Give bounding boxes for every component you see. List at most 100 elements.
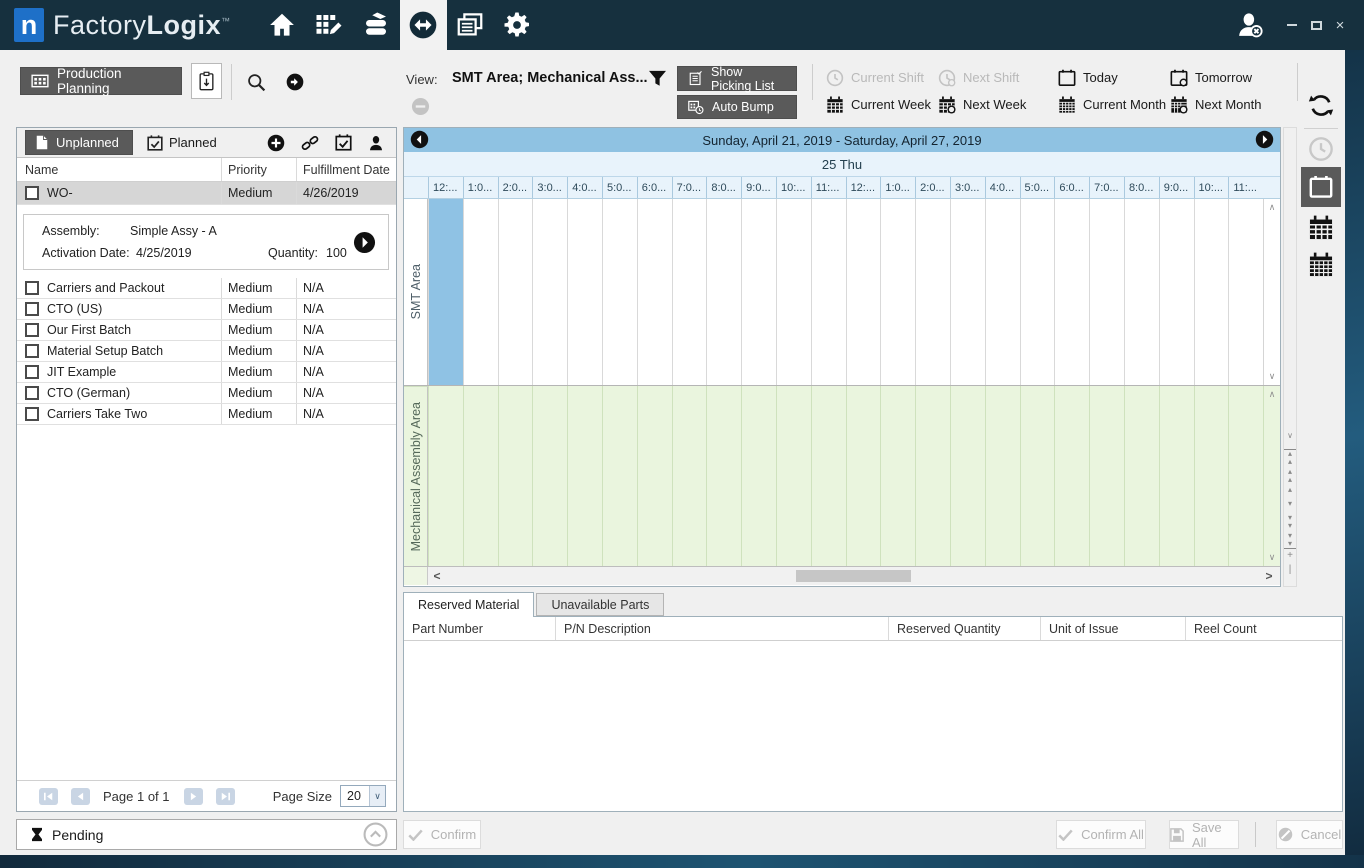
tab-reserved-material[interactable]: Reserved Material	[403, 592, 534, 617]
down-icon[interactable]: ▾	[1284, 500, 1296, 508]
schedule-cell[interactable]	[811, 386, 846, 566]
schedule-cell[interactable]	[1089, 386, 1124, 566]
column-header-priority[interactable]: Priority	[221, 158, 296, 181]
schedule-cell[interactable]	[1159, 386, 1194, 566]
schedule-cell[interactable]	[1124, 199, 1159, 385]
tab-planned[interactable]: Planned	[147, 135, 217, 151]
material-column-header[interactable]: P/N Description	[556, 617, 889, 640]
pending-section-bar[interactable]: Pending	[16, 819, 397, 850]
material-column-header[interactable]: Unit of Issue	[1041, 617, 1186, 640]
schedule-cell[interactable]	[880, 386, 915, 566]
next-shift-button[interactable]: Next Shift	[938, 69, 1058, 87]
schedule-cell[interactable]	[1054, 199, 1089, 385]
schedule-cell[interactable]	[985, 386, 1020, 566]
schedule-cell[interactable]	[811, 199, 846, 385]
work-order-row[interactable]: CTO (German) Medium N/A	[17, 383, 396, 404]
schedule-cell[interactable]	[672, 386, 707, 566]
shift-view-button[interactable]	[1308, 136, 1334, 162]
search-button[interactable]	[246, 72, 267, 93]
row-checkbox[interactable]	[25, 281, 39, 295]
row-checkbox[interactable]	[25, 386, 39, 400]
schedule-horizontal-scrollbar[interactable]: < >	[404, 566, 1280, 585]
work-order-row[interactable]: Carriers and Packout Medium N/A	[17, 278, 396, 299]
tab-unavailable-parts[interactable]: Unavailable Parts	[536, 593, 664, 616]
schedule-cell[interactable]	[1124, 386, 1159, 566]
confirm-all-button[interactable]: Confirm All	[1056, 820, 1146, 849]
schedule-cell[interactable]	[1089, 199, 1124, 385]
schedule-cell[interactable]	[915, 199, 950, 385]
last-page-button[interactable]	[216, 788, 235, 805]
row-checkbox[interactable]	[25, 407, 39, 421]
schedule-cell[interactable]	[1020, 386, 1055, 566]
maximize-button[interactable]	[1304, 12, 1328, 38]
minimize-button[interactable]	[1280, 12, 1304, 38]
row-checkbox[interactable]	[25, 323, 39, 337]
previous-period-button[interactable]	[410, 130, 429, 149]
production-scheduling-nav-button[interactable]	[400, 0, 447, 50]
schedule-cell[interactable]	[776, 199, 811, 385]
material-column-header[interactable]: Reel Count	[1186, 617, 1342, 640]
schedule-cell[interactable]	[950, 199, 985, 385]
schedule-work-order-button[interactable]	[353, 231, 376, 254]
material-column-header[interactable]: Part Number	[404, 617, 556, 640]
tab-unplanned[interactable]: Unplanned	[25, 130, 133, 155]
schedule-cell[interactable]	[915, 386, 950, 566]
schedule-cell[interactable]	[985, 199, 1020, 385]
work-order-row[interactable]: CTO (US) Medium N/A	[17, 299, 396, 320]
schedule-cell[interactable]	[776, 386, 811, 566]
page-size-select[interactable]: 20 ∨	[340, 785, 386, 807]
schedule-cell[interactable]	[498, 199, 533, 385]
mech-row-scrollbar[interactable]: ∧∨	[1263, 386, 1280, 566]
show-picking-list-button[interactable]: Show Picking List	[677, 66, 797, 91]
assign-person-button[interactable]	[368, 135, 384, 151]
logout-user-button[interactable]	[1234, 11, 1266, 39]
row-checkbox[interactable]	[25, 365, 39, 379]
auto-bump-button[interactable]: Auto Bump	[677, 95, 797, 119]
schedule-cell[interactable]	[567, 199, 602, 385]
settings-nav-button[interactable]	[494, 0, 541, 50]
column-header-fulfillment-date[interactable]: Fulfillment Date	[296, 158, 396, 181]
schedule-cell[interactable]	[602, 386, 637, 566]
tomorrow-button[interactable]: Tomorrow	[1170, 69, 1290, 87]
filter-view-button[interactable]	[648, 70, 667, 87]
week-view-button[interactable]	[1308, 215, 1334, 241]
reports-nav-button[interactable]	[447, 0, 494, 50]
add-work-order-button[interactable]	[267, 134, 285, 152]
link-work-order-button[interactable]	[301, 134, 319, 152]
work-order-row[interactable]: Carriers Take Two Medium N/A	[17, 404, 396, 425]
work-order-row-selected[interactable]: WO- Medium 4/26/2019	[17, 182, 396, 205]
schedule-zoom-splitter[interactable]: ∨ ▴▴ ▴▴ ▴ ▾ ▾▾ ▾▾ + |	[1283, 127, 1297, 587]
schedule-cell[interactable]	[637, 199, 672, 385]
schedule-cell[interactable]	[741, 199, 776, 385]
zoom-handle-icon[interactable]: |	[1284, 566, 1296, 574]
view-selector[interactable]: SMT Area; Mechanical Ass...	[452, 70, 642, 86]
first-page-button[interactable]	[39, 788, 58, 805]
schedule-cell[interactable]	[1054, 386, 1089, 566]
schedule-cell[interactable]	[428, 199, 463, 385]
schedule-cell[interactable]	[706, 199, 741, 385]
schedule-cell[interactable]	[846, 386, 881, 566]
scroll-top-icon[interactable]: ▴▴	[1284, 449, 1296, 466]
scroll-right-icon[interactable]: >	[1260, 567, 1278, 585]
schedule-check-button[interactable]	[335, 134, 352, 151]
previous-page-button[interactable]	[71, 788, 90, 805]
double-down-icon[interactable]: ▾▾	[1284, 514, 1296, 530]
schedule-cell[interactable]	[1194, 386, 1229, 566]
smt-row-scrollbar[interactable]: ∧∨	[1263, 199, 1280, 385]
home-nav-button[interactable]	[259, 0, 306, 50]
refresh-button[interactable]	[1308, 92, 1335, 119]
month-view-button[interactable]	[1308, 252, 1334, 278]
next-week-button[interactable]: Next Week	[938, 96, 1058, 114]
next-period-button[interactable]	[1255, 130, 1274, 149]
next-month-button[interactable]: Next Month	[1170, 96, 1290, 114]
schedule-cell[interactable]	[498, 386, 533, 566]
cancel-button[interactable]: Cancel	[1276, 820, 1343, 849]
planning-board-button[interactable]	[191, 63, 222, 99]
expand-pending-button[interactable]	[363, 822, 388, 847]
chevron-down-icon[interactable]: ∨	[1284, 432, 1296, 440]
schedule-cell[interactable]	[428, 386, 463, 566]
schedule-cell[interactable]	[672, 199, 707, 385]
schedule-cell[interactable]	[463, 199, 498, 385]
remove-view-button[interactable]	[411, 97, 430, 116]
double-up-icon[interactable]: ▴▴	[1284, 468, 1296, 484]
